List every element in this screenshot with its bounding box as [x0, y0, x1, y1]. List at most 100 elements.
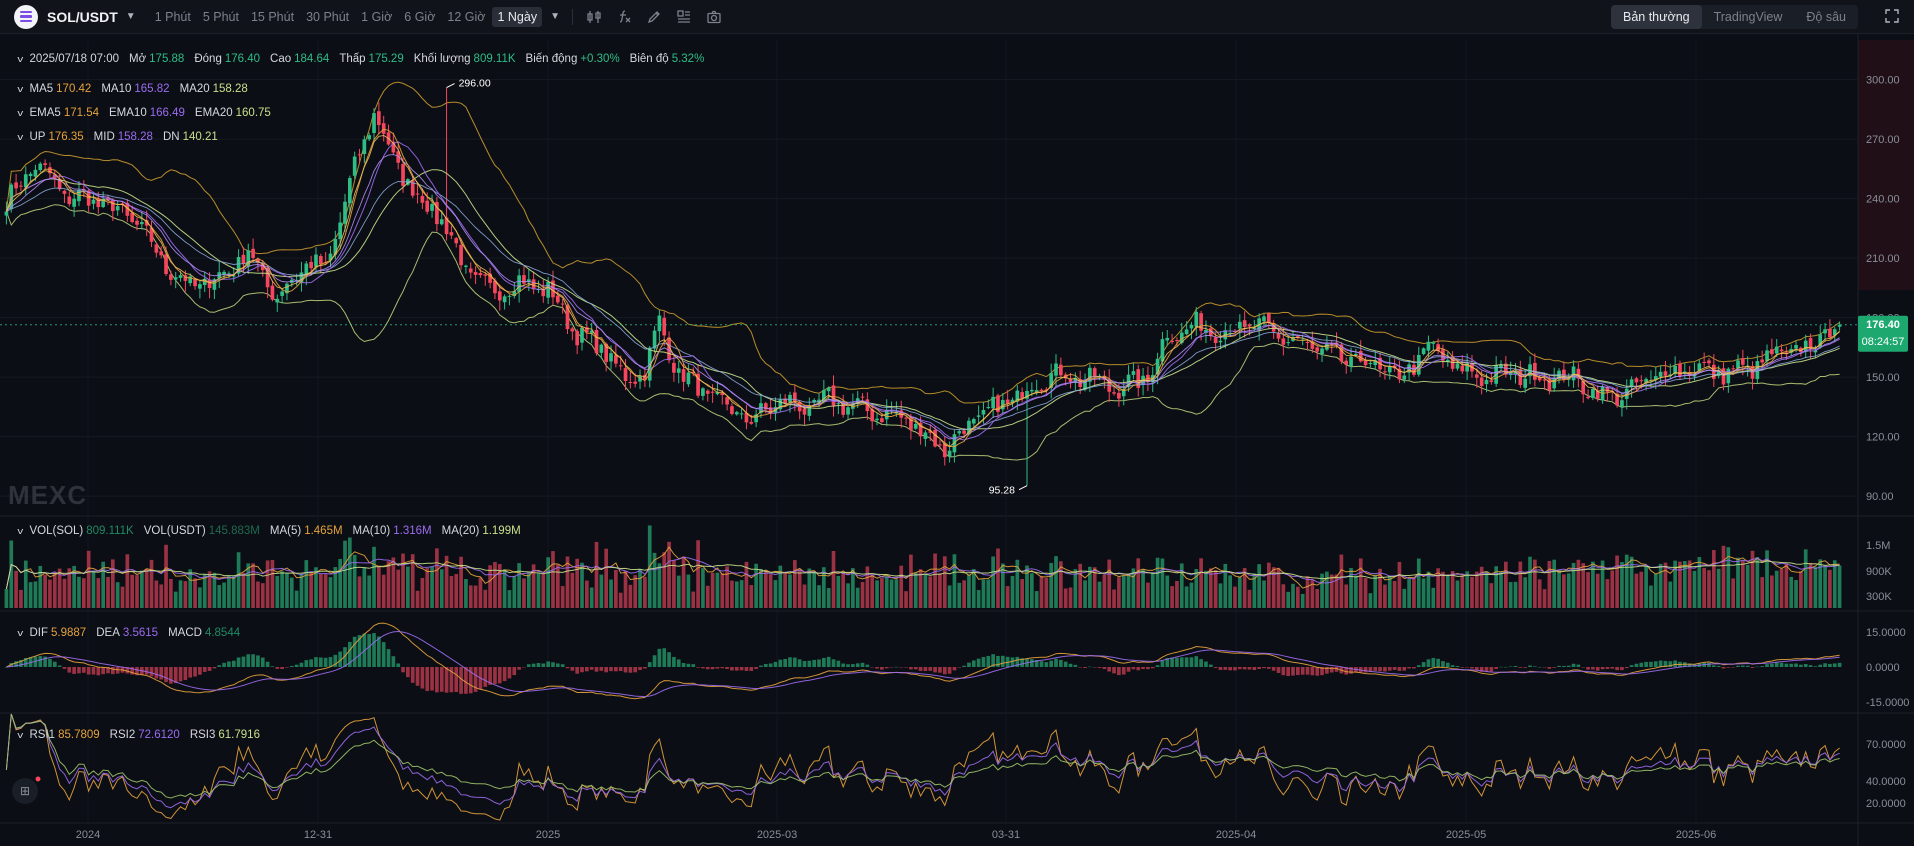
interval-tab-4[interactable]: 1 Giờ: [356, 7, 397, 27]
price-tick-0: 300.00: [1866, 75, 1900, 87]
interval-tab-3[interactable]: 30 Phút: [301, 7, 354, 27]
candle-body: [1823, 329, 1827, 334]
camera-icon[interactable]: [705, 8, 723, 26]
candle-body: [991, 396, 995, 409]
volume-bar: [1489, 583, 1494, 608]
candle-body: [1426, 341, 1431, 351]
formula-icon[interactable]: [615, 8, 633, 26]
drawing-tools-icon[interactable]: ⊞: [12, 778, 38, 804]
macd-collapse-icon[interactable]: v: [17, 628, 23, 638]
volume-tick-0: 1.5M: [1866, 540, 1890, 552]
macd-bar: [144, 667, 149, 675]
macd-bar: [759, 665, 763, 667]
pair-selector[interactable]: SOL/USDT: [47, 9, 118, 25]
volume-bar: [1029, 573, 1034, 608]
candle-body: [942, 443, 947, 458]
volume-bar: [9, 540, 14, 608]
candle-body: [1160, 339, 1165, 362]
volume-bar: [1039, 576, 1044, 608]
macd-bar: [1760, 666, 1765, 667]
volume-bar: [454, 574, 459, 608]
volume-bar: [1537, 579, 1542, 608]
volume-bar: [444, 555, 449, 608]
volume-bar: [81, 578, 86, 608]
rsi-tick-2: 20.0000: [1866, 798, 1906, 810]
macd-bar: [1141, 667, 1145, 670]
ma-collapse-icon[interactable]: v: [17, 84, 23, 94]
candle-body: [599, 344, 604, 353]
macd-bar: [1044, 662, 1049, 667]
interval-tab-6[interactable]: 12 Giờ: [442, 7, 490, 27]
interval-tab-0[interactable]: 1 Phút: [150, 7, 196, 27]
macd-bar: [734, 667, 739, 671]
macd-bar: [1228, 667, 1232, 671]
volume-bar: [86, 550, 91, 608]
interval-tab-2[interactable]: 15 Phút: [246, 7, 299, 27]
volume-value: 809.11K: [473, 53, 516, 65]
candle-body: [730, 406, 734, 414]
macd-bar: [860, 662, 865, 667]
macd-bar: [289, 665, 294, 667]
volume-bar: [1416, 558, 1421, 608]
candle-body: [241, 254, 246, 264]
interval-tab-7[interactable]: 1 Ngày: [492, 6, 543, 27]
candle-body: [338, 222, 342, 240]
layout-icon[interactable]: [675, 8, 693, 26]
volume-bar: [328, 577, 333, 608]
macd-bar: [178, 667, 183, 682]
volume-bar: [701, 568, 705, 608]
candle-body: [933, 429, 937, 447]
draw-icon[interactable]: [645, 8, 663, 26]
view-tab-0[interactable]: Bản thường: [1610, 5, 1702, 29]
boll-collapse-icon[interactable]: v: [17, 132, 23, 142]
low-marker-label: 95.28: [989, 485, 1015, 497]
macd-bar: [865, 664, 870, 667]
volume-bar: [1547, 561, 1552, 608]
macd-bar: [1750, 667, 1755, 668]
macd-bar: [672, 656, 676, 667]
dea-label: DEA: [96, 627, 120, 639]
volume-collapse-icon[interactable]: v: [17, 526, 23, 536]
macd-bar: [594, 667, 599, 672]
ema-collapse-icon[interactable]: v: [17, 108, 23, 118]
rsi3-label: RSI3: [189, 729, 216, 741]
interval-tab-1[interactable]: 5 Phút: [198, 7, 244, 27]
indicator-icon[interactable]: [585, 8, 603, 26]
vol-ma5-value: 1.465M: [304, 525, 343, 537]
volume-bar: [1644, 565, 1648, 608]
fullscreen-icon[interactable]: [1884, 8, 1902, 26]
ma5-value: 170.42: [56, 83, 92, 95]
pair-dropdown-chevron-icon[interactable]: ▼: [126, 11, 136, 22]
macd-bar: [323, 657, 328, 667]
volume-bar: [889, 579, 894, 608]
rsi-collapse-icon[interactable]: v: [17, 730, 23, 740]
volume-bar: [1552, 559, 1557, 608]
view-tab-2[interactable]: Độ sâu: [1794, 5, 1858, 29]
change-label: Biến động: [525, 53, 578, 65]
interval-dropdown-chevron-icon[interactable]: ▼: [550, 11, 560, 22]
macd-bar: [483, 667, 488, 687]
volume-bar: [725, 566, 729, 608]
volume-bar: [1358, 558, 1363, 608]
volume-bar: [604, 548, 609, 608]
macd-bar: [1803, 663, 1808, 667]
interval-tab-5[interactable]: 6 Giờ: [399, 7, 440, 27]
candle-body: [705, 390, 710, 394]
volume-bar: [222, 582, 226, 608]
volume-bar: [759, 568, 763, 608]
volume-bar: [110, 559, 115, 608]
volume-bar: [1653, 573, 1658, 608]
candle-body: [173, 277, 178, 280]
volume-label: Khối lượng: [413, 53, 471, 65]
view-tab-1[interactable]: TradingView: [1702, 5, 1795, 29]
volume-bar: [1387, 575, 1392, 608]
volume-bar: [1837, 565, 1842, 608]
volume-bar: [91, 570, 96, 608]
candle-body: [14, 182, 18, 189]
volume-bar: [1465, 571, 1469, 608]
toolbar-divider: [572, 8, 573, 25]
volume-bar: [618, 592, 623, 608]
ohlc-collapse-icon[interactable]: v: [17, 54, 23, 64]
price-chart[interactable]: 300.00270.00240.00210.00180.00150.00120.…: [0, 34, 1914, 846]
macd-bar: [1378, 667, 1382, 672]
